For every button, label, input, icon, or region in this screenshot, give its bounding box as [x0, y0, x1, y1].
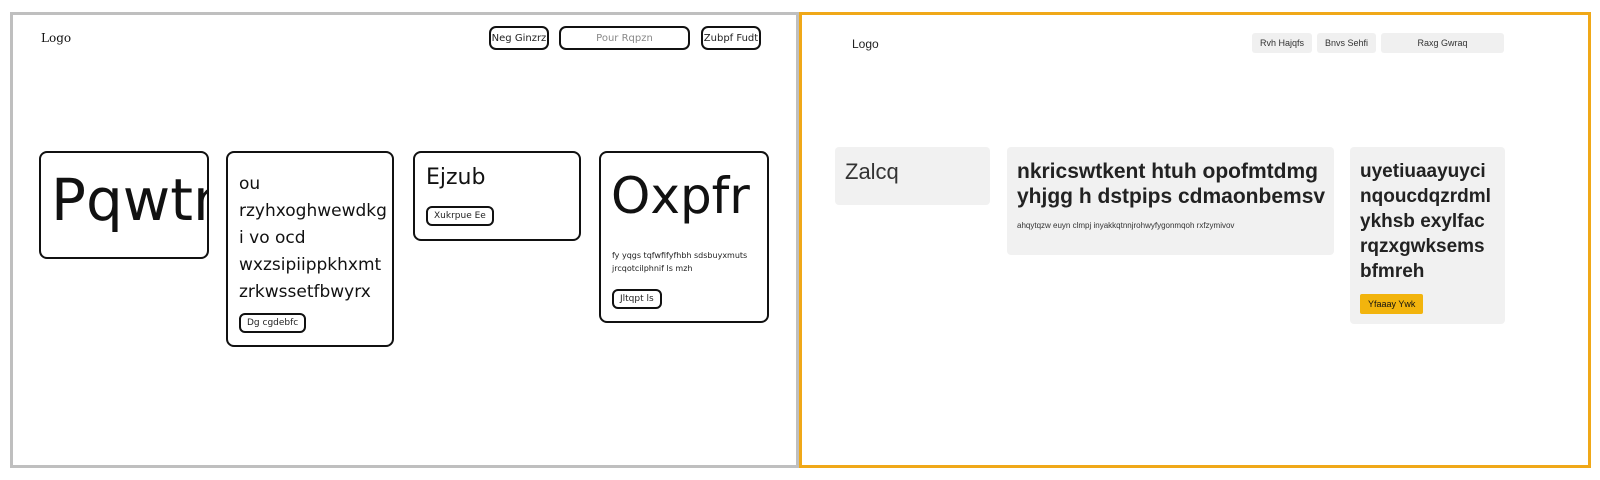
polished-card-3-title-line: rqzxgwksems: [1360, 236, 1485, 257]
sketch-nav-button-2[interactable]: Zubpf Fudt: [701, 26, 761, 50]
sketch-card-2-line: zrkwssetfbwyrx: [239, 282, 371, 302]
sketch-card-2-line: wxzsipiippkhxmt: [239, 255, 382, 275]
sketch-card-2-button[interactable]: Dg cgdebfc: [239, 313, 307, 333]
sketch-card-4-button[interactable]: Jltqpt ls: [612, 289, 662, 309]
polished-card-2-body: ahqytqzw euyn clmpj inyakkqtnnjrohwyfygo…: [1017, 221, 1235, 230]
sketch-card-3-title: Ejzub: [426, 165, 486, 190]
polished-nav-button-3[interactable]: Raxg Gwraq: [1381, 33, 1504, 53]
sketch-nav-button-1[interactable]: Neg Ginzrz: [489, 26, 549, 50]
polished-card-3-title-line: bfmreh: [1360, 261, 1425, 282]
polished-card-2: nkricswtkent htuh opofmtdmg yhjgg h dstp…: [1007, 147, 1334, 255]
polished-card-2-title-line: nkricswtkent htuh opofmtdmg: [1017, 160, 1318, 183]
sketch-wireframe-panel: Logo Neg Ginzrz Pour Rqpzn Zubpf Fudt Pq…: [10, 12, 799, 468]
sketch-card-2-text: ou rzyhxoghwewdkg i vo ocd wxzsipiippkhx…: [239, 171, 387, 306]
polished-card-3-button[interactable]: Yfaaay Ywk: [1360, 294, 1424, 314]
sketch-card-4-title: Oxpfr: [611, 167, 750, 225]
sketch-card-3-button[interactable]: Xukrpue Ee: [426, 206, 494, 226]
polished-nav-button-1[interactable]: Rvh Hajqfs: [1252, 33, 1312, 53]
polished-card-2-title: nkricswtkent htuh opofmtdmg yhjgg h dstp…: [1017, 159, 1325, 209]
polished-design-panel: Logo Rvh Hajqfs Bnvs Sehfi Raxg Gwraq Za…: [799, 12, 1591, 468]
sketch-card-2-line: rzyhxoghwewdkg: [239, 201, 387, 221]
polished-nav-button-2[interactable]: Bnvs Sehfi: [1317, 33, 1376, 53]
polished-card-3-title-line: uyetiuaayuyci: [1360, 161, 1486, 182]
sketch-card-1-title: Pqwtn: [51, 166, 207, 234]
polished-card-3-title-line: nqoucdqzrdml: [1360, 186, 1491, 207]
sketch-card-2: ou rzyhxoghwewdkg i vo ocd wxzsipiippkhx…: [226, 151, 394, 347]
polished-card-3: uyetiuaayuyci nqoucdqzrdml ykhsb exylfac…: [1350, 147, 1505, 324]
polished-logo: Logo: [852, 37, 879, 51]
polished-card-3-title: uyetiuaayuyci nqoucdqzrdml ykhsb exylfac…: [1360, 159, 1491, 284]
polished-card-2-title-line: yhjgg h dstpips cdmaonbemsv: [1017, 185, 1326, 208]
sketch-logo: Logo: [41, 31, 72, 45]
polished-card-1: Zalcq: [835, 147, 990, 205]
sketch-card-4-caption: fy yqgs tqfwfifyfhbh sdsbuyxmuts jrcqotc…: [612, 249, 747, 275]
polished-card-1-title: Zalcq: [845, 159, 899, 184]
sketch-card-4-caption-line: fy yqgs tqfwfifyfhbh sdsbuyxmuts: [612, 251, 748, 260]
sketch-card-4: Oxpfr fy yqgs tqfwfifyfhbh sdsbuyxmuts j…: [599, 151, 769, 323]
polished-card-3-title-line: ykhsb exylfac: [1360, 211, 1485, 232]
sketch-card-4-caption-line: jrcqotcilphnif ls mzh: [612, 264, 693, 273]
sketch-card-3: Ejzub Xukrpue Ee: [413, 151, 581, 241]
sketch-card-1: Pqwtn: [39, 151, 209, 259]
sketch-card-2-line: i vo ocd: [239, 228, 306, 248]
sketch-search-field[interactable]: Pour Rqpzn: [559, 26, 690, 50]
sketch-card-2-line: ou: [239, 174, 261, 194]
